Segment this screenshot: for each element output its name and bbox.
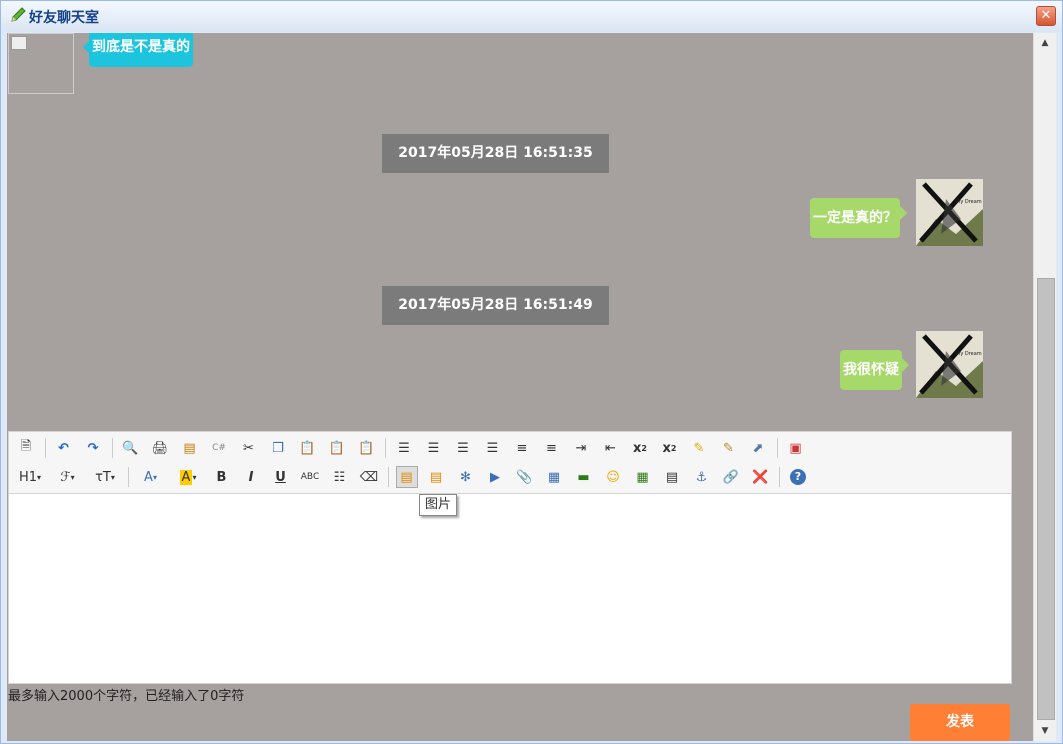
- emoticon-icon[interactable]: ☺: [602, 466, 624, 488]
- paste-word-icon[interactable]: 📋: [356, 437, 378, 459]
- message-timestamp: 2017年05月28日 16:51:35: [382, 134, 609, 173]
- insert-code-icon[interactable]: C#: [208, 437, 230, 459]
- paste-text-icon[interactable]: 📋: [326, 437, 348, 459]
- align-left-icon[interactable]: ☰: [393, 437, 415, 459]
- source-icon[interactable]: 🗎: [15, 437, 37, 459]
- copy-icon[interactable]: ❐: [267, 437, 289, 459]
- editor-text-area[interactable]: [9, 494, 1011, 683]
- select-all-icon[interactable]: ✎: [718, 437, 740, 459]
- font-family-icon[interactable]: ℱ ▾: [53, 466, 83, 488]
- cursor-icon[interactable]: ⬈: [747, 437, 769, 459]
- ordered-list-icon[interactable]: ≡: [511, 437, 533, 459]
- scrollbar[interactable]: ▲ ▼: [1033, 33, 1056, 741]
- avatar-broken-image: [8, 33, 74, 94]
- font-color-icon[interactable]: A ▾: [136, 466, 166, 488]
- toolbar-row-2: H1 ▾ ℱ ▾ τT ▾ A ▾ A ▾ B I U ABC ☷ ⌫ ▤ ▤ ✻ ▶: [15, 464, 817, 490]
- rich-text-editor: 🗎 ↶ ↷ 🔍 🖨 ▤ C# ✂ ❐ 📋 📋 📋 ☰ ☰ ☰ ☰ ≡ ≡ ⇥ ⇤…: [8, 431, 1012, 684]
- unlink-icon[interactable]: ❌: [750, 466, 772, 488]
- font-size-icon[interactable]: τT ▾: [90, 466, 120, 488]
- line-height-icon[interactable]: ☷: [329, 466, 351, 488]
- window-title: 好友聊天室: [29, 10, 99, 26]
- cut-icon[interactable]: ✂: [238, 437, 260, 459]
- fullscreen-icon[interactable]: ▣: [785, 437, 807, 459]
- remove-format-icon[interactable]: ⌫: [358, 466, 380, 488]
- map-icon[interactable]: ▦: [632, 466, 654, 488]
- chat-area: 到底是不是真的 2017年05月28日 16:51:35 一定是真的？ My D…: [7, 33, 1033, 741]
- image-icon[interactable]: ▤: [395, 466, 418, 488]
- justify-icon[interactable]: ☰: [482, 437, 504, 459]
- table-icon[interactable]: ▦: [543, 466, 565, 488]
- svg-text:My Dream: My Dream: [956, 199, 982, 205]
- outdent-icon[interactable]: ⇤: [600, 437, 622, 459]
- indent-icon[interactable]: ⇥: [570, 437, 592, 459]
- anchor-icon[interactable]: ⚓: [691, 466, 713, 488]
- character-counter: 最多输入2000个字符，已经输入了0字符: [8, 689, 245, 704]
- undo-icon[interactable]: ↶: [53, 437, 75, 459]
- message-bubble-right: 一定是真的？: [810, 198, 907, 238]
- multi-image-icon[interactable]: ▤: [425, 466, 447, 488]
- scroll-up-icon[interactable]: ▲: [1034, 33, 1056, 53]
- italic-icon[interactable]: I: [240, 466, 262, 488]
- message-bubble-right: 我很怀疑: [840, 350, 909, 390]
- template-icon[interactable]: ▤: [179, 437, 201, 459]
- scroll-thumb[interactable]: [1037, 278, 1055, 720]
- strikethrough-icon[interactable]: ABC: [299, 466, 321, 488]
- help-icon[interactable]: ?: [787, 466, 809, 488]
- underline-icon[interactable]: U: [270, 466, 292, 488]
- avatar: My Dream: [916, 179, 983, 246]
- close-icon: ✕: [1040, 8, 1052, 23]
- preview-icon[interactable]: 🔍: [120, 437, 142, 459]
- send-button[interactable]: 发表: [910, 704, 1010, 741]
- superscript-icon[interactable]: x2: [659, 437, 681, 459]
- title-bar: 好友聊天室 ✕: [1, 1, 1062, 32]
- toolbar-row-1: 🗎 ↶ ↷ 🔍 🖨 ▤ C# ✂ ❐ 📋 📋 📋 ☰ ☰ ☰ ☰ ≡ ≡ ⇥ ⇤…: [15, 435, 814, 461]
- scroll-down-icon[interactable]: ▼: [1034, 721, 1056, 741]
- subscript-icon[interactable]: x2: [629, 437, 651, 459]
- unordered-list-icon[interactable]: ≡: [541, 437, 563, 459]
- heading-icon[interactable]: H1 ▾: [15, 466, 45, 488]
- svg-text:My Dream: My Dream: [956, 351, 982, 357]
- paste-icon[interactable]: 📋: [297, 437, 319, 459]
- print-icon[interactable]: 🖨: [149, 437, 171, 459]
- redo-icon[interactable]: ↷: [82, 437, 104, 459]
- attachment-icon[interactable]: 📎: [514, 466, 536, 488]
- page-break-icon[interactable]: ▤: [661, 466, 683, 488]
- clear-format-icon[interactable]: ✎: [688, 437, 710, 459]
- align-right-icon[interactable]: ☰: [452, 437, 474, 459]
- close-button[interactable]: ✕: [1036, 6, 1056, 26]
- horizontal-rule-icon[interactable]: ▬: [573, 466, 595, 488]
- editor-toolbar: 🗎 ↶ ↷ 🔍 🖨 ▤ C# ✂ ❐ 📋 📋 📋 ☰ ☰ ☰ ☰ ≡ ≡ ⇥ ⇤…: [9, 432, 1011, 494]
- link-icon[interactable]: 🔗: [720, 466, 742, 488]
- align-center-icon[interactable]: ☰: [423, 437, 445, 459]
- avatar: My Dream: [916, 331, 983, 398]
- media-icon[interactable]: ▶: [484, 466, 506, 488]
- flash-icon[interactable]: ✻: [455, 466, 477, 488]
- chat-window: 好友聊天室 ✕ 到底是不是真的 2017年05月28日 16:51:35 一定是…: [0, 0, 1063, 744]
- bold-icon[interactable]: B: [211, 466, 233, 488]
- message-bubble-left: 到底是不是真的: [83, 33, 193, 67]
- background-color-icon[interactable]: A ▾: [173, 466, 203, 488]
- message-timestamp: 2017年05月28日 16:51:49: [382, 286, 609, 325]
- pencil-icon: [11, 7, 26, 22]
